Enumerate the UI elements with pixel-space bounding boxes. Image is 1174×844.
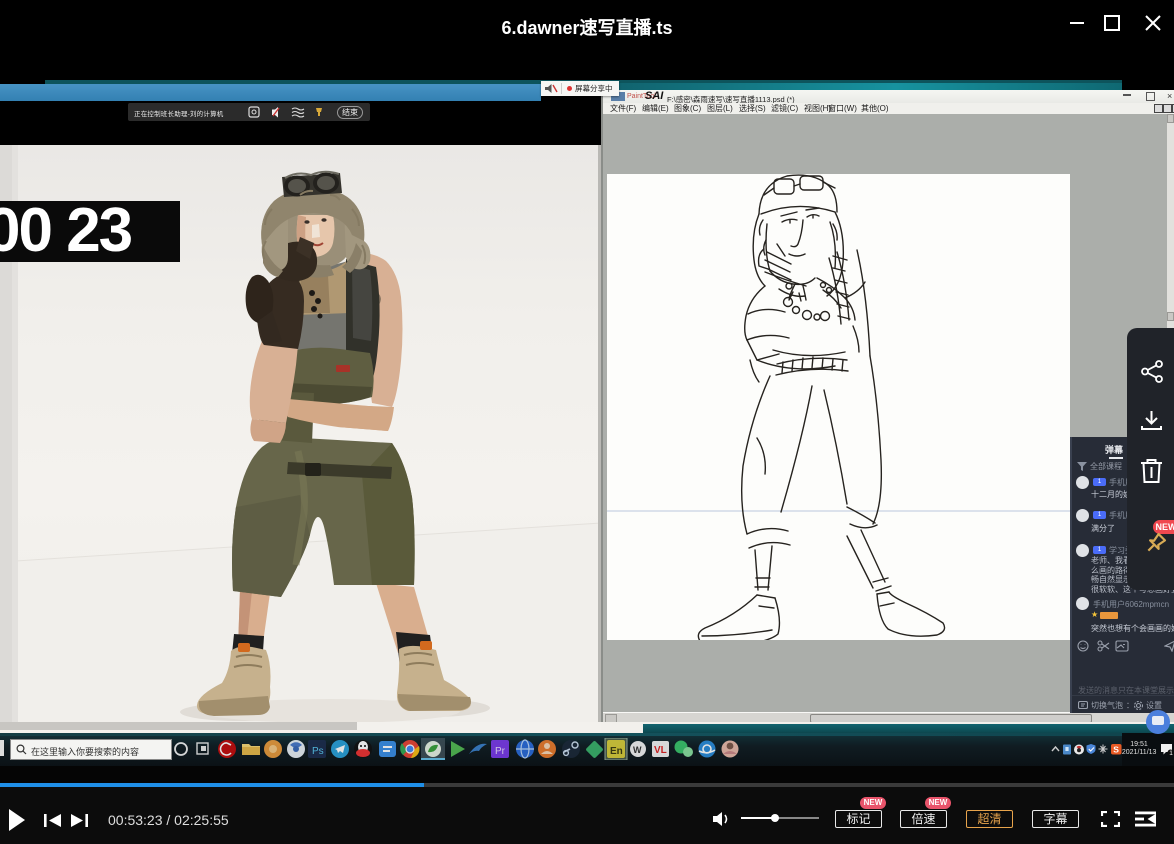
- svg-text:En: En: [610, 746, 623, 757]
- svg-text:V͏L: V͏L: [654, 745, 667, 756]
- svg-text:Ps: Ps: [312, 746, 324, 757]
- svg-text:Pr: Pr: [495, 746, 506, 757]
- svg-text:W: W: [633, 745, 642, 755]
- svg-text:S: S: [1113, 745, 1119, 755]
- svg-text:1: 1: [1169, 750, 1173, 757]
